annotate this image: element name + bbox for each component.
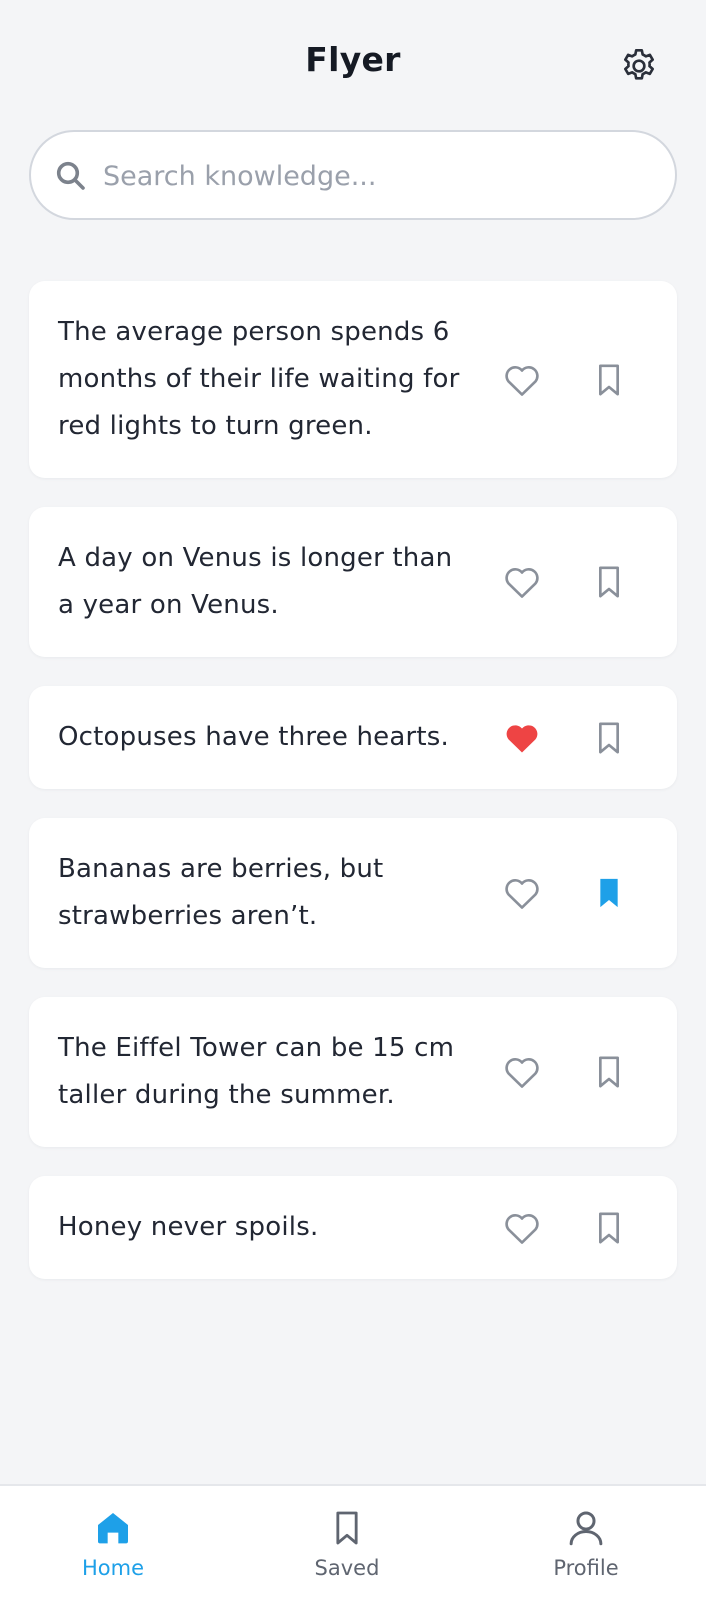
- bookmark-button[interactable]: [585, 1204, 633, 1252]
- nav-item-profile[interactable]: Profile: [506, 1486, 666, 1600]
- fact-card: The average person spends 6 months of th…: [29, 281, 677, 478]
- fact-text: Bananas are berries, but strawberries ar…: [58, 854, 384, 931]
- heart-icon: [505, 1213, 539, 1244]
- fact-actions: [498, 1048, 633, 1096]
- heart-icon: [505, 1058, 539, 1088]
- fact-card: A day on Venus is longer than a year on …: [29, 507, 677, 657]
- bookmark-button[interactable]: [585, 356, 633, 404]
- settings-button[interactable]: [617, 44, 661, 88]
- fact-text: Honey never spoils.: [58, 1212, 319, 1242]
- search-icon: [56, 161, 85, 190]
- heart-icon: [505, 879, 539, 909]
- bookmark-button[interactable]: [585, 714, 633, 762]
- fact-card: Honey never spoils.: [29, 1176, 677, 1279]
- fact-text: A day on Venus is longer than a year on …: [58, 543, 453, 620]
- fact-actions: [498, 1204, 633, 1252]
- like-button[interactable]: [498, 1048, 546, 1096]
- fact-actions: [498, 869, 633, 917]
- nav-label-profile: Profile: [553, 1556, 619, 1580]
- heart-icon: [505, 365, 539, 396]
- heart-filled-icon: [506, 724, 538, 753]
- fact-actions: [498, 356, 633, 404]
- nav-label-saved: Saved: [314, 1556, 380, 1580]
- heart-icon: [505, 568, 539, 598]
- bookmark-button[interactable]: [585, 558, 633, 606]
- bookmark-filled-icon: [600, 878, 618, 908]
- bookmark-icon: [599, 566, 619, 598]
- home-icon: [91, 1506, 135, 1550]
- nav-item-saved[interactable]: Saved: [267, 1486, 427, 1600]
- like-button[interactable]: [498, 869, 546, 917]
- like-button[interactable]: [498, 356, 546, 404]
- gear-icon: [624, 49, 654, 80]
- search-input[interactable]: [103, 150, 653, 202]
- bookmark-icon: [599, 364, 619, 395]
- like-button[interactable]: [498, 714, 546, 762]
- nav-label-home: Home: [81, 1556, 144, 1580]
- bookmark-icon: [599, 1056, 619, 1088]
- bookmark-button[interactable]: [585, 1048, 633, 1096]
- fact-list: The average person spends 6 months of th…: [29, 281, 677, 1308]
- bookmark-icon: [599, 722, 619, 753]
- app-header: Flyer: [0, 0, 706, 128]
- like-button[interactable]: [498, 1204, 546, 1252]
- fact-card: Octopuses have three hearts.: [29, 686, 677, 789]
- fact-text: Octopuses have three hearts.: [58, 722, 450, 752]
- bookmark-icon: [599, 1212, 619, 1243]
- bookmark-button[interactable]: [585, 869, 633, 917]
- fact-card: Bananas are berries, but strawberries ar…: [29, 818, 677, 968]
- like-button[interactable]: [498, 558, 546, 606]
- fact-card: The Eiffel Tower can be 15 cm taller dur…: [29, 997, 677, 1147]
- fact-actions: [498, 714, 633, 762]
- bookmark-icon: [325, 1506, 369, 1550]
- user-icon: [564, 1506, 608, 1550]
- fact-text: The average person spends 6 months of th…: [58, 317, 460, 441]
- fact-text: The Eiffel Tower can be 15 cm taller dur…: [58, 1033, 455, 1110]
- nav-item-home[interactable]: Home: [33, 1486, 193, 1600]
- app-title: Flyer: [305, 40, 401, 79]
- search-bar: [29, 130, 677, 220]
- bottom-navigation: Home Saved Profile: [0, 1484, 706, 1600]
- fact-actions: [498, 558, 633, 606]
